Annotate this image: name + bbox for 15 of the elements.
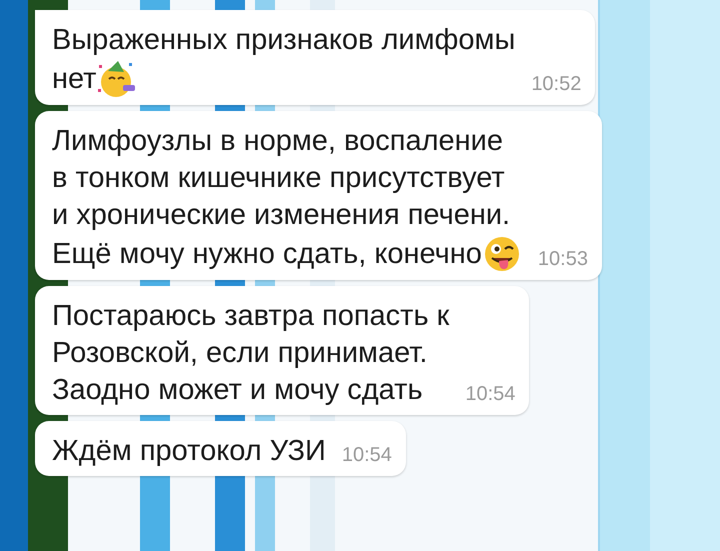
message-time: 10:54 [465,382,516,407]
message-text: Выраженных признаков лимфомы [52,23,516,58]
message-time: 10:53 [538,247,588,272]
message-text: и хронические изменения печени. [52,198,510,233]
message-text: в тонком кишечнике присутствует [52,161,505,196]
message-text: Заодно может и мочу сдать [52,373,423,408]
message-time: 10:54 [342,443,392,468]
partying-face-icon [96,59,136,99]
message-text: Розовской, если принимает. [52,336,428,371]
message-text: Лимфоузлы в норме, воспаление [52,124,503,159]
message-time: 10:52 [531,72,582,97]
message-text: Постараюсь завтра попасть к [52,299,450,334]
message-text: Ждём протокол УЗИ [52,434,326,469]
message-text: нет [52,62,96,96]
message-text: Ещё мочу нужно сдать, конечно [52,236,482,272]
